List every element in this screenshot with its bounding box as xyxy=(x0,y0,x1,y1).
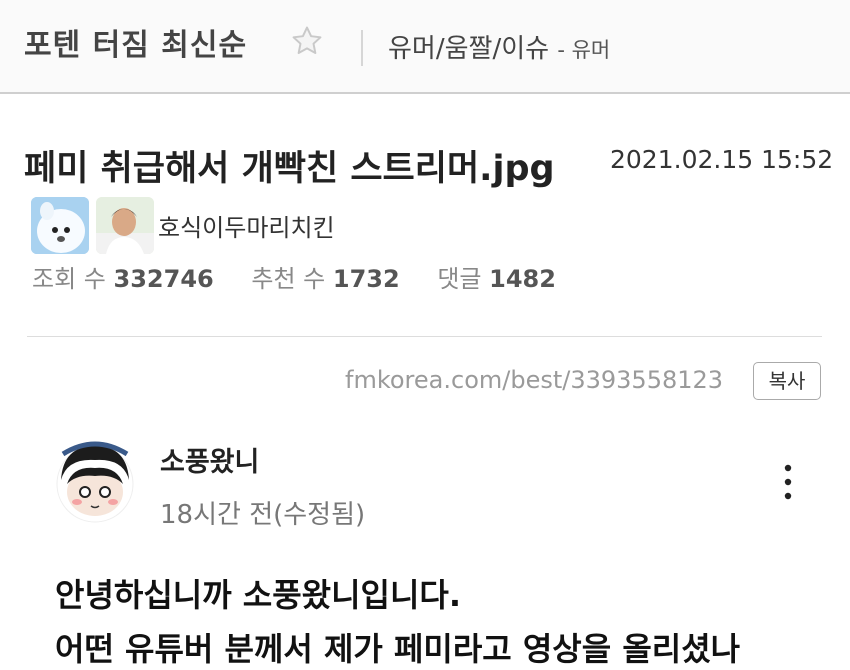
comment-author-avatar xyxy=(53,436,137,526)
likes-label: 추천 수 xyxy=(251,265,326,293)
author-name[interactable]: 호식이두마리치킨 xyxy=(158,208,335,243)
board-header: 포텐 터짐 최신순 유머/움짤/이슈 - 유머 xyxy=(0,0,850,92)
category-label: 유머/움짤/이슈 xyxy=(388,34,550,64)
post-body-line-1: 안녕하십니까 소풍왔니입니다. xyxy=(55,576,462,614)
author-profile-avatar[interactable] xyxy=(96,197,154,254)
comments-count: 1482 xyxy=(489,265,556,293)
star-icon[interactable] xyxy=(288,24,326,58)
category-sub-label: - 유머 xyxy=(557,38,611,62)
header-bottom-border xyxy=(0,92,850,94)
views-label: 조회 수 xyxy=(32,265,106,293)
comment-author-name: 소풍왔니 xyxy=(160,447,260,478)
comment-timestamp: 18시간 전(수정됨) xyxy=(160,500,366,530)
likes-stat: 추천 수 1732 xyxy=(251,265,399,293)
header-divider xyxy=(361,30,363,66)
post-date: 2021.02.15 15:52 xyxy=(610,145,834,174)
board-title[interactable]: 포텐 터짐 최신순 xyxy=(24,20,247,64)
comments-label: 댓글 xyxy=(437,265,482,293)
content-divider xyxy=(27,336,822,337)
post-stats: 조회 수 332746 추천 수 1732 댓글 1482 xyxy=(32,259,586,294)
post-url[interactable]: fmkorea.com/best/3393558123 xyxy=(345,366,723,394)
post-body-line-2: 어떤 유튜버 분께서 제가 페미라고 영상을 올리셨나 xyxy=(55,630,741,668)
likes-count: 1732 xyxy=(332,265,400,293)
views-count: 332746 xyxy=(113,265,214,293)
copy-url-button[interactable]: 복사 xyxy=(753,362,821,400)
post-title: 페미 취급해서 개빡친 스트리머.jpg xyxy=(24,149,555,189)
views-stat: 조회 수 332746 xyxy=(32,265,214,293)
comments-stat: 댓글 1482 xyxy=(437,265,556,293)
kebab-menu-icon[interactable] xyxy=(778,462,798,502)
author-level-avatar xyxy=(31,197,89,254)
category-breadcrumb[interactable]: 유머/움짤/이슈 - 유머 xyxy=(388,28,610,65)
